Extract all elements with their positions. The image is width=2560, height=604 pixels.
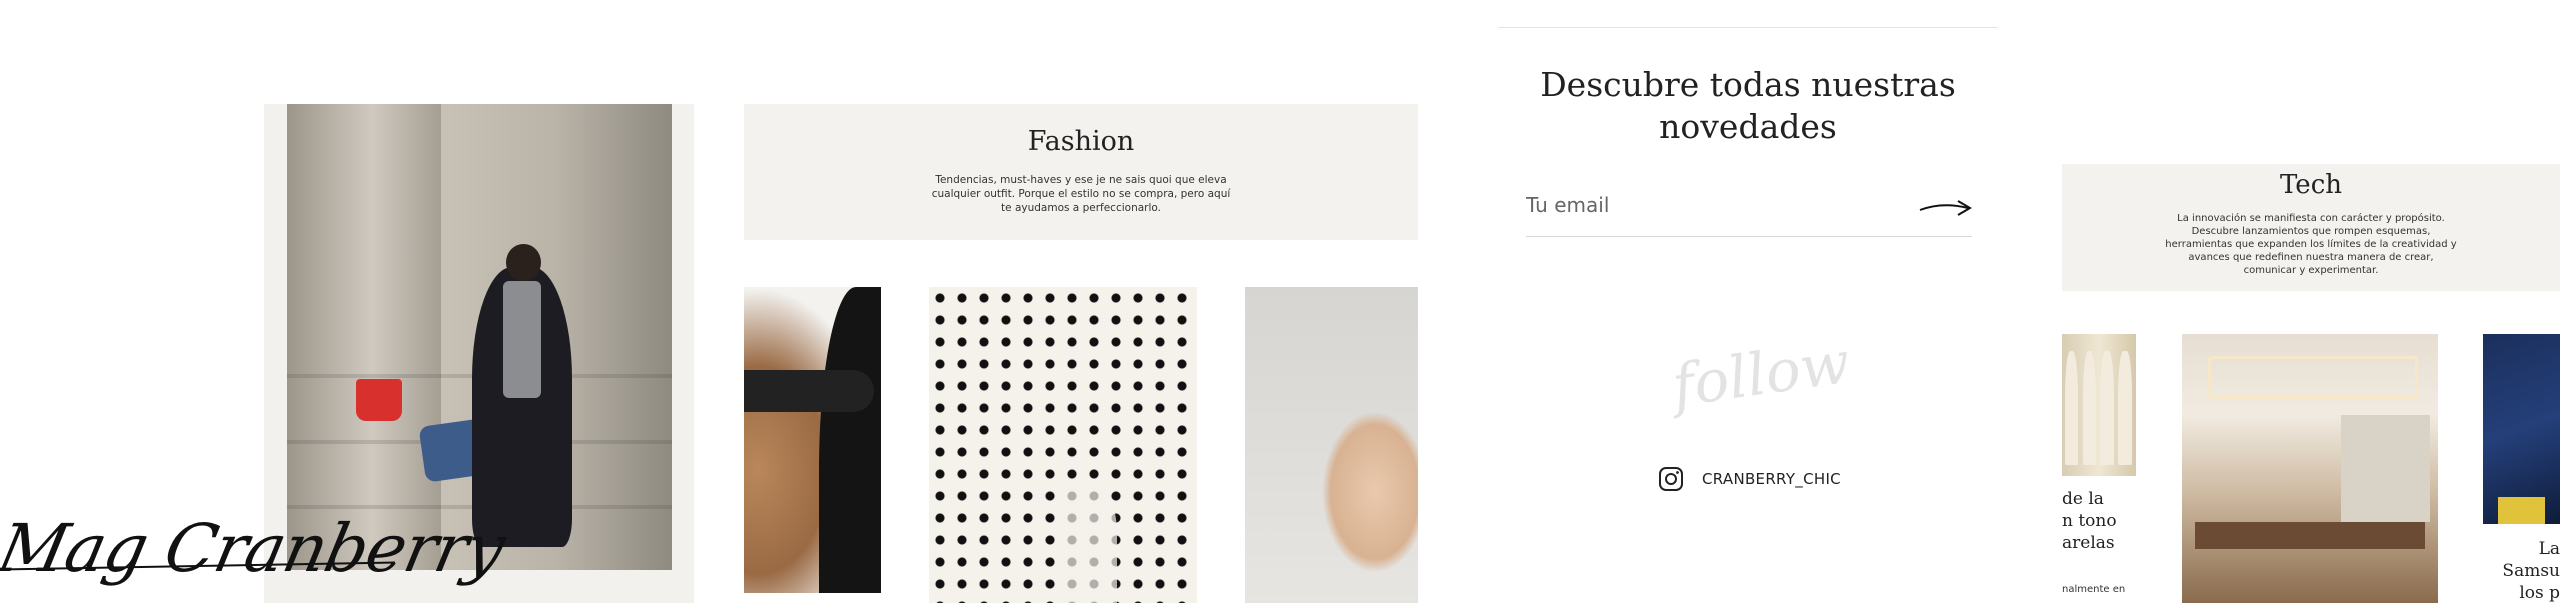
tech-category-card[interactable]: Tech La innovación se manifiesta con car…	[2062, 164, 2560, 291]
email-field[interactable]	[1526, 190, 1906, 220]
hero-photo	[287, 104, 672, 570]
fashion-photo-veil[interactable]	[1245, 287, 1418, 603]
brand-signature-logo[interactable]: Mag Cranberry	[0, 510, 511, 587]
fashion-description: Tendencias, must-haves y ese je ne sais …	[931, 174, 1231, 214]
instagram-icon[interactable]	[1658, 466, 1684, 492]
email-underline	[1526, 236, 1972, 237]
divider	[1498, 27, 1998, 28]
tech-description: La innovación se manifiesta con carácter…	[2165, 213, 2457, 276]
fashion-category-card[interactable]: Fashion Tendencias, must-haves y ese je …	[744, 104, 1418, 240]
newsletter-title: Descubre todas nuestras novedades	[1540, 65, 1956, 146]
tech-photo-group[interactable]	[2062, 334, 2136, 476]
instagram-handle-link[interactable]: CRANBERRY_CHIC	[1702, 470, 1841, 488]
article-excerpt-left: nalmente en	[2062, 584, 2126, 595]
tech-photo-athlete[interactable]	[2483, 334, 2560, 524]
fashion-photo-goggles[interactable]	[744, 287, 881, 593]
fashion-photo-polka-dots[interactable]	[929, 287, 1197, 603]
tech-title[interactable]: Tech	[2062, 170, 2560, 200]
fashion-title[interactable]: Fashion	[744, 126, 1418, 157]
tech-photo-kitchen[interactable]	[2182, 334, 2438, 603]
arrow-right-icon[interactable]	[1918, 196, 1974, 220]
follow-script-text: follow	[1668, 327, 1854, 421]
article-snippet-left[interactable]: de la n tono arelas	[2062, 488, 2136, 554]
article-snippet-right[interactable]: La Samsu los p	[2484, 538, 2560, 604]
